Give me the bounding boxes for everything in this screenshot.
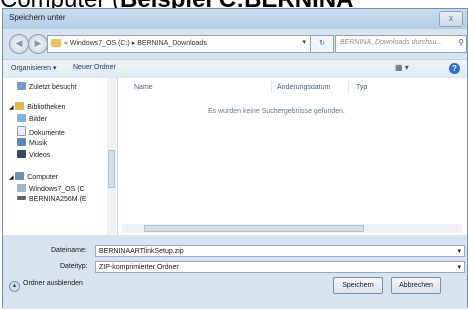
column-header-date[interactable]: Änderungsdatum <box>277 84 330 91</box>
folder-icon <box>51 39 61 47</box>
sidebar-item-drive-c[interactable]: Windows7_OS (C <box>17 184 85 193</box>
chevron-down-icon[interactable]: ▾ <box>302 38 306 46</box>
horizontal-scrollbar[interactable] <box>122 224 462 233</box>
chevron-down-icon[interactable]: ▾ <box>457 263 461 271</box>
address-prefix: « <box>64 40 68 47</box>
close-button[interactable]: x <box>439 11 463 27</box>
chevron-down-icon[interactable]: ▾ <box>457 247 461 255</box>
sidebar-item-label: Bilder <box>29 116 47 123</box>
pictures-icon <box>17 114 26 122</box>
sidebar-item-usb-drive[interactable]: BERNINA256M (E <box>17 196 87 203</box>
search-placeholder: BERNINA_Downloads durchsu... <box>340 39 443 46</box>
cancel-button[interactable]: Abbrechen <box>391 277 441 294</box>
filename-value: BERNINAARTlinkSetup.zip <box>99 248 184 255</box>
filetype-select[interactable]: ZIP-komprimierter Ordner ▾ <box>95 261 465 273</box>
hide-folders-toggle[interactable]: ▲ Ordner ausblenden <box>9 280 83 292</box>
scrollbar-thumb[interactable] <box>108 150 115 188</box>
filetype-label: Dateityp: <box>60 263 88 270</box>
organize-menu[interactable]: Organisieren ▾ <box>11 64 57 72</box>
dialog-titlebar: Speichern unter x <box>3 9 467 29</box>
forward-arrow-icon: ▶ <box>34 38 42 48</box>
search-input[interactable]: BERNINA_Downloads durchsu... ⚲ <box>335 35 467 53</box>
sidebar-item-label: Bibliotheken <box>27 104 66 111</box>
address-bar[interactable]: « Windows7_OS (C:) ▸ BERNINA_Downloads ▾ <box>47 35 311 53</box>
scrollbar-thumb[interactable] <box>144 225 364 232</box>
address-path: « Windows7_OS (C:) ▸ BERNINA_Downloads <box>64 39 207 47</box>
filename-label: Dateiname: <box>51 247 87 254</box>
column-separator[interactable] <box>348 81 349 93</box>
sidebar-item-recent[interactable]: Zuletzt besucht <box>17 82 76 91</box>
sidebar-item-documents[interactable]: Dokumente <box>17 126 65 137</box>
sidebar-item-computer[interactable]: ◢ Computer <box>9 172 58 181</box>
new-folder-button[interactable]: Neuer Ordner <box>73 64 116 71</box>
sidebar-item-label: BERNINA256M (E <box>29 196 87 203</box>
documents-icon <box>17 126 26 136</box>
help-icon[interactable]: ? <box>449 63 460 74</box>
sidebar-scrollbar[interactable] <box>107 78 116 235</box>
sidebar-item-music[interactable]: Musik <box>17 138 47 147</box>
drive-c-icon <box>17 184 26 192</box>
videos-icon <box>17 150 26 158</box>
dialog-title: Speichern unter <box>9 13 66 22</box>
filetype-value: ZIP-komprimierter Ordner <box>99 264 179 271</box>
empty-results-message: Es wurden keine Suchergebnisse gefunden. <box>208 108 345 115</box>
libraries-icon <box>15 102 25 110</box>
save-options-panel: Dateiname: BERNINAARTlinkSetup.zip ▾ Dat… <box>3 235 467 309</box>
breadcrumb-drive[interactable]: Windows7_OS (C:) <box>70 40 130 47</box>
usb-drive-icon <box>17 196 26 200</box>
breadcrumb-separator-icon: ▸ <box>131 40 136 47</box>
music-icon <box>17 138 26 146</box>
sidebar-item-videos[interactable]: Videos <box>17 150 50 159</box>
sidebar-item-label: Computer <box>27 174 59 181</box>
sidebar-item-label: Windows7_OS (C <box>29 186 85 193</box>
view-options-icon[interactable]: ▦ ▾ <box>395 63 409 72</box>
sidebar-item-label: Dokumente <box>29 130 65 137</box>
sidebar-item-libraries[interactable]: ◢ Bibliotheken <box>9 102 65 111</box>
filename-field[interactable]: BERNINAARTlinkSetup.zip ▾ <box>95 245 465 257</box>
file-list-pane: Name Änderungsdatum Typ Es wurden keine … <box>118 78 467 235</box>
sidebar-item-label: Musik <box>29 140 48 147</box>
hide-folders-label: Ordner ausblenden <box>23 280 83 287</box>
refresh-icon: ↻ <box>319 40 325 47</box>
save-as-dialog: Speichern unter x ◀ ▶ « Windows7_OS (C:)… <box>2 8 468 309</box>
back-button[interactable]: ◀ <box>9 34 29 54</box>
command-toolbar: Organisieren ▾ Neuer Ordner ▦ ▾ ? <box>3 59 467 79</box>
sidebar-item-label: Videos <box>29 152 51 159</box>
column-header-type[interactable]: Typ <box>356 84 367 91</box>
save-button[interactable]: Speichern <box>333 277 383 294</box>
column-separator[interactable] <box>271 81 272 93</box>
computer-icon <box>15 172 25 180</box>
forward-button[interactable]: ▶ <box>28 34 48 54</box>
breadcrumb-folder[interactable]: BERNINA_Downloads <box>137 40 207 47</box>
navigation-pane: Zuletzt besucht ◢ Bibliotheken Bilder Do… <box>3 78 118 235</box>
sidebar-item-pictures[interactable]: Bilder <box>17 114 47 123</box>
sidebar-item-label: Zuletzt besucht <box>29 84 77 91</box>
recent-places-icon <box>17 82 26 90</box>
navigation-bar: ◀ ▶ « Windows7_OS (C:) ▸ BERNINA_Downloa… <box>3 29 467 59</box>
refresh-button[interactable]: ↻ <box>310 35 334 53</box>
back-arrow-icon: ◀ <box>15 38 23 48</box>
close-icon: x <box>448 13 454 23</box>
search-icon[interactable]: ⚲ <box>458 38 464 47</box>
column-header-name[interactable]: Name <box>134 84 153 91</box>
chevron-up-icon: ▲ <box>9 281 20 292</box>
